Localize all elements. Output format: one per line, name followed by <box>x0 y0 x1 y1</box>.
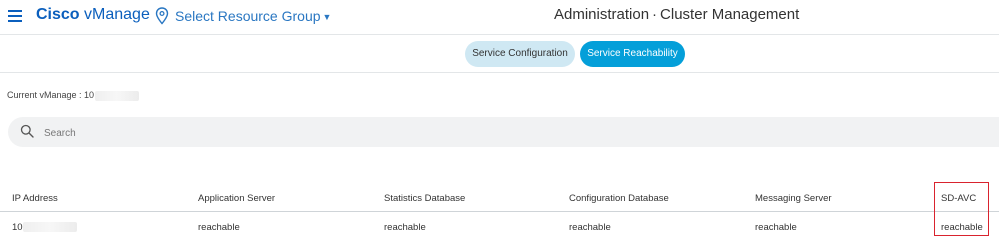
page-title: Administration · Cluster Management <box>554 6 799 23</box>
search-icon <box>20 124 34 138</box>
redacted-ip <box>95 90 140 101</box>
caret-down-icon: ▼ <box>322 12 332 22</box>
table-header-row: IP Address Application Server Statistics… <box>0 186 999 212</box>
cell-messaging-server: reachable <box>755 222 797 233</box>
current-vmanage-info: Current vManage : 10 <box>7 90 140 101</box>
cell-statistics-database: reachable <box>384 222 426 233</box>
cell-ip-address-text: 10 <box>12 222 23 233</box>
menu-icon[interactable] <box>8 10 22 22</box>
sd-avc-highlight-box <box>934 182 989 236</box>
resource-group-dropdown[interactable]: Select Resource Group ▼ <box>175 8 331 24</box>
page-title-section: Administration <box>554 6 650 23</box>
search-input[interactable] <box>42 123 946 143</box>
table-row: 10 reachable reachable reachable reachab… <box>0 212 999 242</box>
tab-bar: Service Configuration Service Reachabili… <box>0 36 999 73</box>
reachability-table: IP Address Application Server Statistics… <box>0 186 999 242</box>
column-header-statistics-database[interactable]: Statistics Database <box>384 193 465 204</box>
resource-group-label: Select Resource Group <box>175 8 321 24</box>
brand-bold: Cisco <box>36 6 80 23</box>
app-logo[interactable]: Cisco vManage <box>36 6 150 24</box>
column-header-application-server[interactable]: Application Server <box>198 193 275 204</box>
column-header-ip-address[interactable]: IP Address <box>12 193 58 204</box>
search-bar <box>8 117 999 147</box>
current-vmanage-label: Current vManage : 10 <box>7 90 95 100</box>
page-title-page: Cluster Management <box>660 6 800 23</box>
page-title-separator: · <box>652 6 658 23</box>
cell-application-server: reachable <box>198 222 240 233</box>
cell-configuration-database: reachable <box>569 222 611 233</box>
top-navigation-bar: Cisco vManage Select Resource Group ▼ Adm… <box>0 0 999 35</box>
tab-service-configuration[interactable]: Service Configuration <box>465 41 575 67</box>
column-header-configuration-database[interactable]: Configuration Database <box>569 193 669 204</box>
brand-rest: vManage <box>79 6 150 23</box>
cell-ip-address: 10 <box>12 222 77 233</box>
tab-service-reachability[interactable]: Service Reachability <box>580 41 685 67</box>
redacted-ip <box>22 222 77 233</box>
column-header-messaging-server[interactable]: Messaging Server <box>755 193 832 204</box>
location-pin-icon[interactable] <box>155 7 169 25</box>
